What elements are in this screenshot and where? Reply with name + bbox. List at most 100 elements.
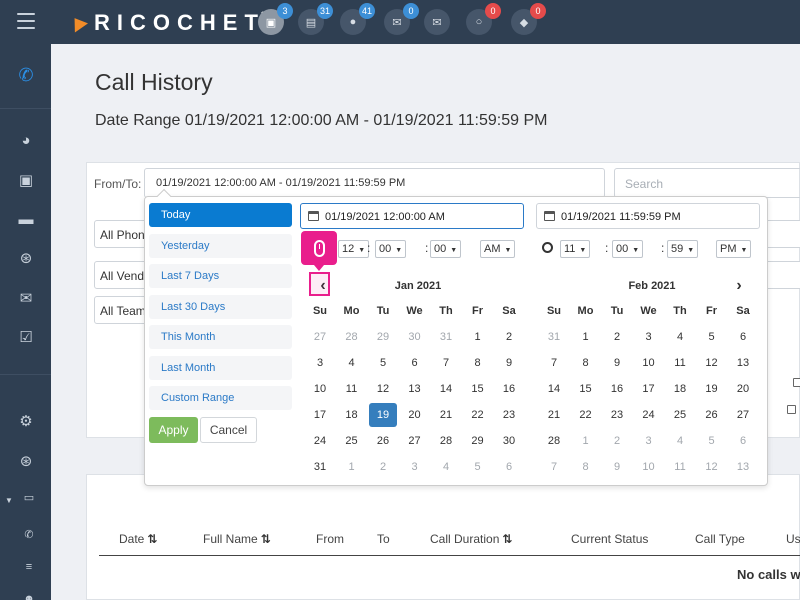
collapse-caret-icon[interactable]: ▼ [5, 496, 13, 505]
calendar-day[interactable]: 1 [338, 455, 366, 479]
calendar-day[interactable]: 6 [495, 455, 523, 479]
calendar-day[interactable]: 3 [401, 455, 429, 479]
calendar-day[interactable]: 17 [306, 403, 334, 427]
calendar-day[interactable]: 2 [495, 325, 523, 349]
calendar-day[interactable]: 15 [572, 377, 600, 401]
calendar-day[interactable]: 31 [306, 455, 334, 479]
option-checkbox-1[interactable] [793, 378, 800, 387]
calendar-day[interactable]: 21 [432, 403, 460, 427]
calendar-day[interactable]: 14 [540, 377, 568, 401]
calendar-day[interactable]: 31 [540, 325, 568, 349]
messages-icon[interactable]: ○ 0 [466, 3, 501, 35]
calendar-day[interactable]: 20 [729, 377, 757, 401]
calendar-day[interactable]: 4 [666, 429, 694, 453]
option-checkbox-2[interactable] [787, 405, 796, 414]
calendar-day[interactable]: 7 [540, 455, 568, 479]
phone-icon[interactable]: ✆ [22, 527, 36, 541]
calendar-day[interactable]: 29 [464, 429, 492, 453]
calendar-day[interactable]: 30 [495, 429, 523, 453]
calendar-day[interactable]: 16 [603, 377, 631, 401]
end-hour-select[interactable]: 11 ▼ [560, 240, 591, 258]
calendar-day[interactable]: 4 [666, 325, 694, 349]
column-call-duration[interactable]: Call Duration ⇅ [430, 532, 512, 546]
calendar-day[interactable]: 7 [540, 351, 568, 375]
column-full-name[interactable]: Full Name ⇅ [203, 532, 271, 546]
calendar-day[interactable]: 18 [666, 377, 694, 401]
calendar-day[interactable]: 21 [540, 403, 568, 427]
calendar-day[interactable]: 5 [464, 455, 492, 479]
mail-icon[interactable]: ✉ [15, 287, 37, 309]
menu-icon[interactable] [17, 13, 35, 29]
logo[interactable]: RICOCHET 360 [68, 10, 276, 36]
calendar-day[interactable]: 9 [603, 455, 631, 479]
calendar-day[interactable]: 30 [401, 325, 429, 349]
column-to[interactable]: To [377, 532, 390, 546]
column-user[interactable]: User [786, 532, 800, 546]
integrations-icon[interactable]: ⊛ [15, 450, 37, 472]
chat-icon[interactable]: ● 41 [340, 3, 375, 35]
calendar-day[interactable]: 5 [698, 325, 726, 349]
end-minute-select[interactable]: 00 ▼ [612, 240, 644, 258]
mail-open-icon[interactable]: ✉ [424, 9, 450, 35]
phone-keypad-icon[interactable]: ✆ [15, 64, 37, 86]
calendar-day[interactable]: 11 [666, 455, 694, 479]
calendar-day[interactable]: 2 [603, 429, 631, 453]
monitor-icon[interactable]: ▭ [22, 490, 36, 504]
calendar-day[interactable]: 2 [603, 325, 631, 349]
range-option[interactable]: Last 7 Days [149, 264, 292, 288]
calendar-day[interactable]: 23 [603, 403, 631, 427]
start-minute-select[interactable]: 00 ▼ [375, 240, 407, 258]
calendar-day[interactable]: 17 [635, 377, 663, 401]
calendar-day[interactable]: 28 [338, 325, 366, 349]
calendar-day[interactable]: 28 [432, 429, 460, 453]
calendar-day[interactable]: 13 [401, 377, 429, 401]
calendar-day[interactable]: 25 [338, 429, 366, 453]
network-icon[interactable]: ⊛ [15, 247, 37, 269]
calendar-day[interactable]: 4 [432, 455, 460, 479]
tag-icon[interactable]: ◆ 0 [511, 3, 546, 35]
end-second-select[interactable]: 59 ▼ [667, 240, 699, 258]
calendar-day[interactable]: 18 [338, 403, 366, 427]
users-icon[interactable]: ☻ [22, 592, 36, 600]
column-from[interactable]: From [316, 532, 344, 546]
settings-gear-icon[interactable]: ⚙ [15, 410, 37, 432]
calendar-day[interactable]: 11 [666, 351, 694, 375]
calendar-day[interactable]: 1 [572, 429, 600, 453]
date-range-input[interactable]: 01/19/2021 12:00:00 AM - 01/19/2021 11:5… [144, 168, 605, 198]
apply-button[interactable]: Apply [149, 417, 198, 443]
calendar-day[interactable]: 4 [338, 351, 366, 375]
range-option[interactable]: Custom Range [149, 386, 292, 410]
calendar-day[interactable]: 3 [306, 351, 334, 375]
end-ampm-select[interactable]: PM ▼ [716, 240, 752, 258]
calendar-day[interactable]: 3 [635, 325, 663, 349]
calendar-day[interactable]: 3 [635, 429, 663, 453]
calendar-day[interactable]: 6 [729, 429, 757, 453]
search-input[interactable]: Search [614, 168, 800, 198]
calendar-day[interactable]: 10 [635, 351, 663, 375]
column-current-status[interactable]: Current Status [571, 532, 648, 546]
end-date-input[interactable]: 01/19/2021 11:59:59 PM [536, 203, 760, 229]
calendar-day[interactable]: 31 [432, 325, 460, 349]
calendar-day[interactable]: 26 [369, 429, 397, 453]
calendar-day[interactable]: 11 [338, 377, 366, 401]
start-second-select[interactable]: 00 ▼ [430, 240, 462, 258]
mail-icon[interactable]: ✉ 0 [384, 3, 419, 35]
calendar-day[interactable]: 12 [698, 455, 726, 479]
column-call-type[interactable]: Call Type [695, 532, 745, 546]
calendar-day[interactable]: 12 [369, 377, 397, 401]
calendar-day[interactable]: 9 [495, 351, 523, 375]
calendar-day[interactable]: 1 [572, 325, 600, 349]
calendar-day[interactable]: 8 [464, 351, 492, 375]
start-hour-select[interactable]: 12 ▼ [338, 240, 370, 258]
calendar-day[interactable]: 22 [464, 403, 492, 427]
calendar-day[interactable]: 24 [635, 403, 663, 427]
calendar-day[interactable]: 6 [729, 325, 757, 349]
calendar-day[interactable]: 29 [369, 325, 397, 349]
range-option[interactable]: Yesterday [149, 233, 292, 258]
start-date-input[interactable]: 01/19/2021 12:00:00 AM [300, 203, 524, 229]
calendar-day[interactable]: 23 [495, 403, 523, 427]
calendar-day[interactable]: 27 [729, 403, 757, 427]
calendar-day[interactable]: 27 [401, 429, 429, 453]
calendar-day[interactable]: 5 [698, 429, 726, 453]
cancel-button[interactable]: Cancel [200, 417, 257, 443]
